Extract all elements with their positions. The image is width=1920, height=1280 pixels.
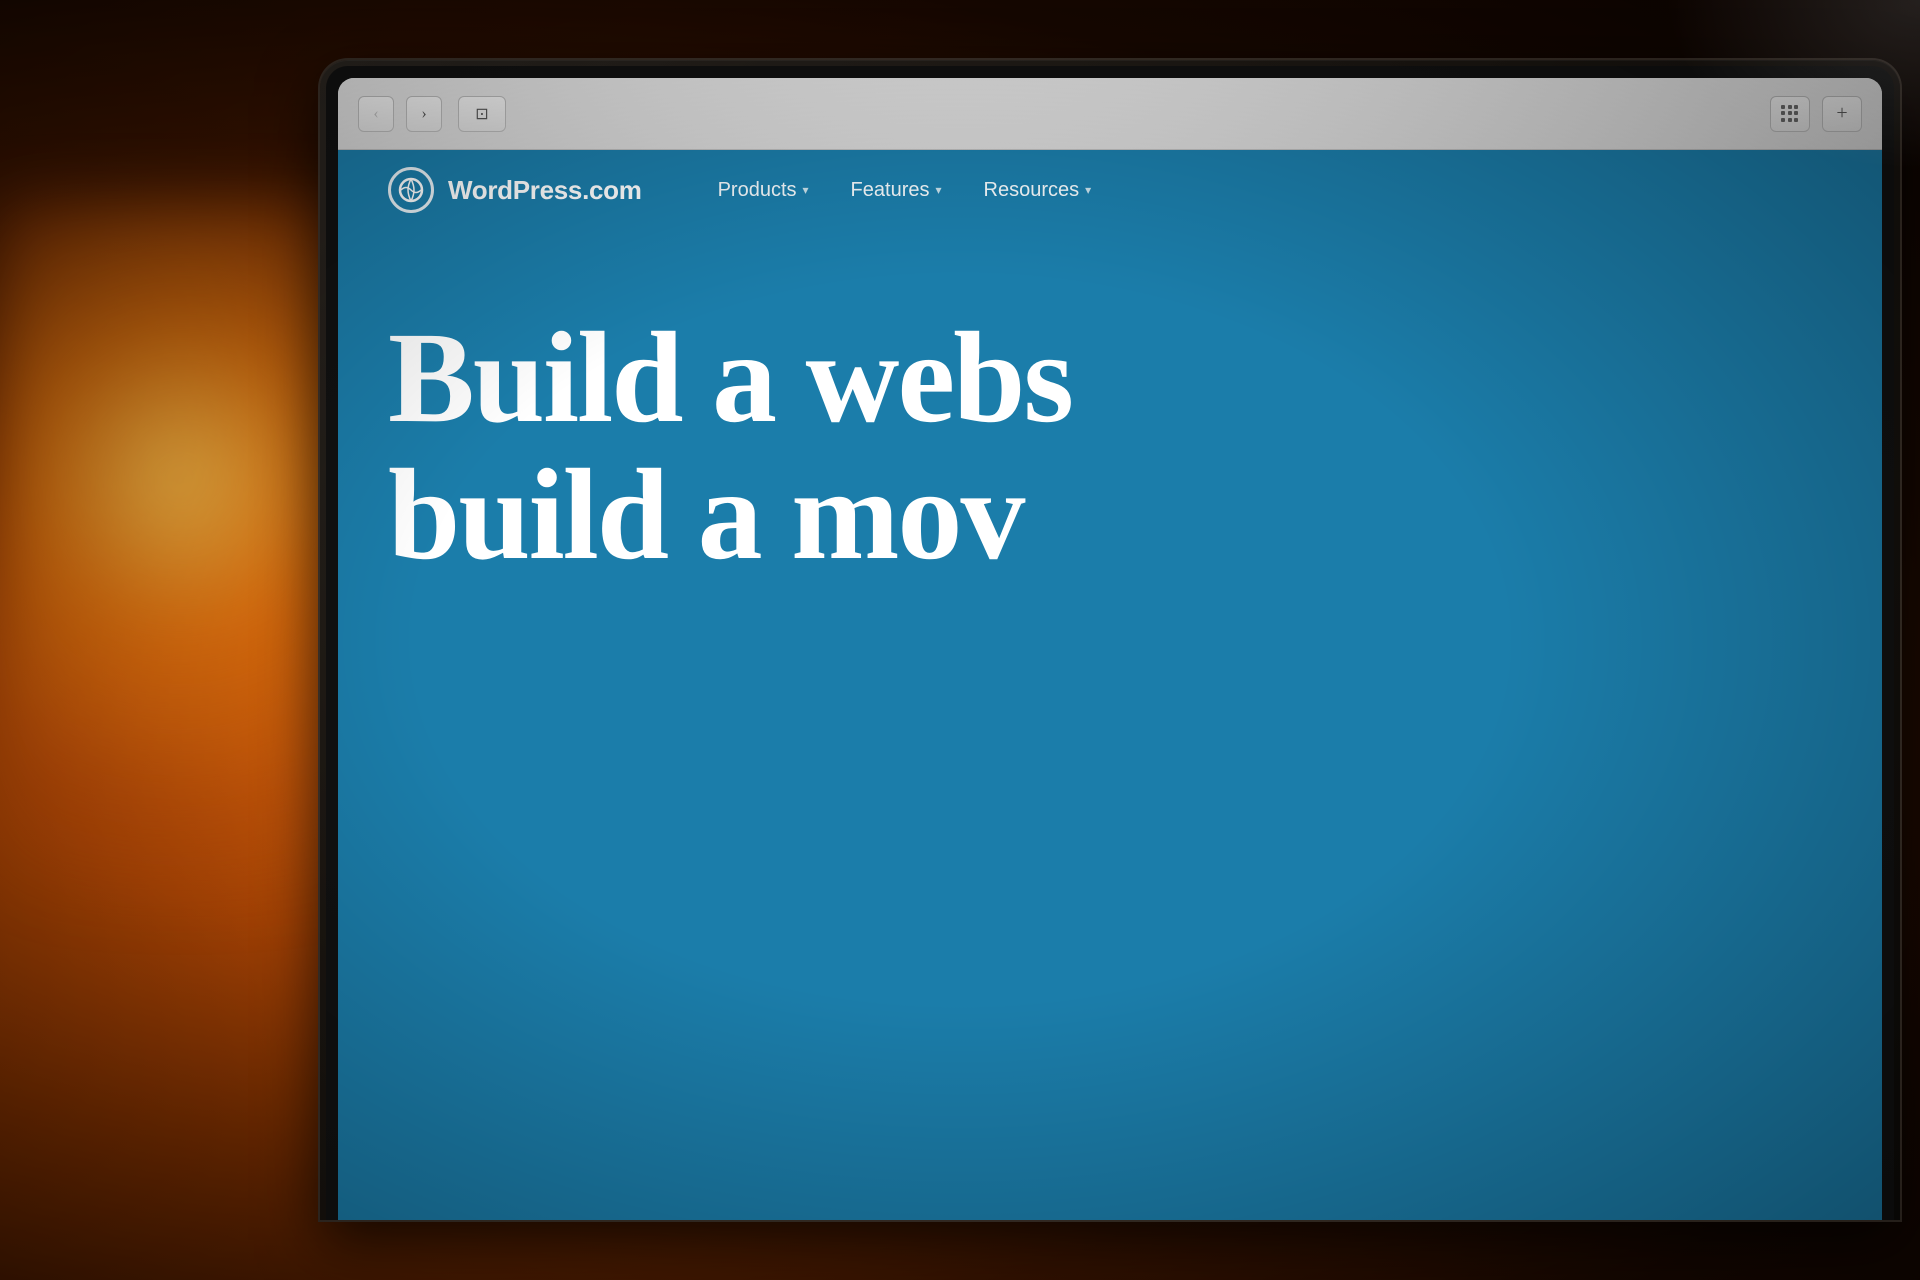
chevron-products-icon: ▾ [803, 183, 809, 197]
nav-label-resources: Resources [984, 179, 1080, 202]
chevron-features-icon: ▾ [935, 183, 941, 197]
nav-menu: Products ▾ Features ▾ Resources ▾ [702, 171, 1108, 210]
plus-icon: + [1836, 102, 1847, 125]
forward-button[interactable]: › [406, 96, 442, 132]
site-logo[interactable]: WordPress.com [388, 167, 642, 213]
forward-icon: › [421, 105, 426, 123]
new-tab-button[interactable]: + [1822, 96, 1862, 132]
back-button[interactable]: ‹ [358, 96, 394, 132]
website-viewport: WordPress.com Products ▾ Features ▾ Reso… [338, 150, 1882, 1220]
hero-line-1: Build a webs [388, 310, 1832, 447]
site-nav: WordPress.com Products ▾ Features ▾ Reso… [338, 150, 1882, 230]
wordpress-logo-icon [388, 167, 434, 213]
hero-line-2: build a mov [388, 447, 1832, 584]
chevron-resources-icon: ▾ [1085, 183, 1091, 197]
grid-icon [1781, 105, 1799, 123]
back-icon: ‹ [373, 105, 378, 123]
browser-toolbar: ‹ › ⊡ + [338, 78, 1882, 150]
nav-item-resources[interactable]: Resources ▾ [968, 171, 1108, 210]
nav-label-products: Products [718, 179, 797, 202]
nav-label-features: Features [851, 179, 930, 202]
hero-section: Build a webs build a mov [338, 230, 1882, 583]
sidebar-toggle-button[interactable]: ⊡ [458, 96, 506, 132]
site-name: WordPress.com [448, 175, 642, 206]
laptop-frame: ‹ › ⊡ + [320, 60, 1900, 1220]
laptop-screen: ‹ › ⊡ + [338, 78, 1882, 1220]
sidebar-icon: ⊡ [475, 104, 488, 124]
hero-title: Build a webs build a mov [388, 310, 1832, 583]
extensions-button[interactable] [1770, 96, 1810, 132]
nav-item-features[interactable]: Features ▾ [835, 171, 958, 210]
nav-item-products[interactable]: Products ▾ [702, 171, 825, 210]
